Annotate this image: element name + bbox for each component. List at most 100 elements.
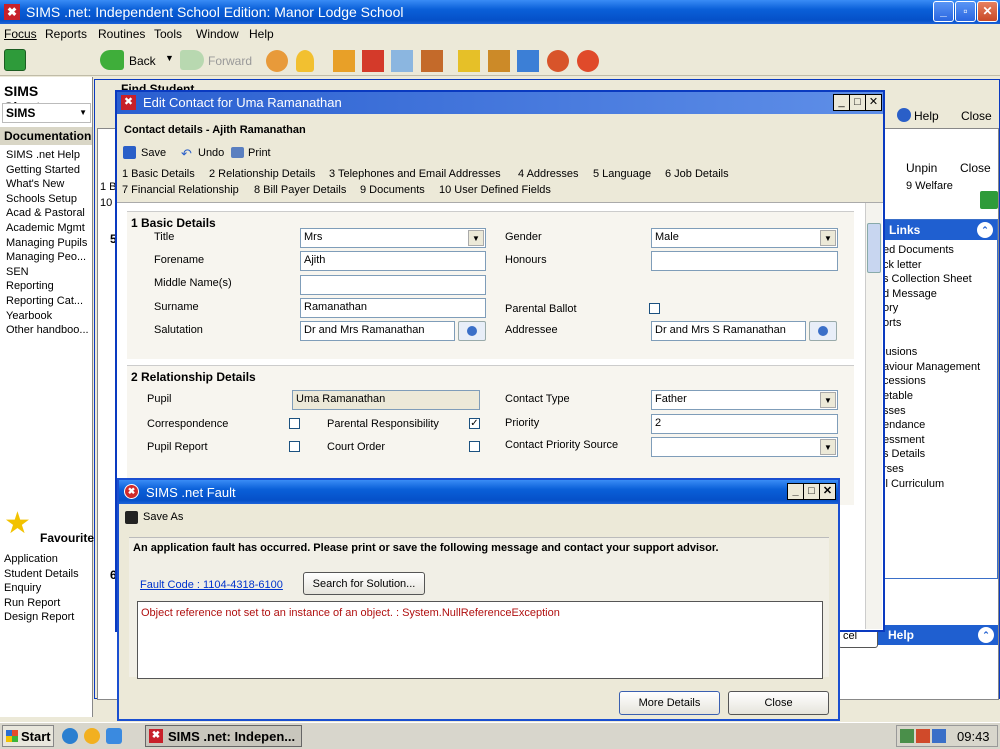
menu-reports[interactable]: Reports (45, 27, 87, 41)
menu-routines[interactable]: Routines (98, 27, 145, 41)
back-dropdown-icon[interactable]: ▼ (165, 53, 174, 63)
contact-type-select[interactable]: Father ▼ (651, 390, 838, 410)
tab-job-details[interactable]: 6 Job Details (665, 168, 729, 180)
fav-enquiry[interactable]: Enquiry (4, 582, 41, 594)
fav-run-report[interactable]: Run Report (4, 597, 60, 609)
print-button[interactable]: Print (248, 147, 271, 159)
link-item[interactable]: ed Documents (883, 244, 954, 256)
printer-icon[interactable] (231, 147, 244, 158)
unpin-button[interactable]: Unpin (906, 161, 937, 175)
sidebar-item-schools-setup[interactable]: Schools Setup (6, 193, 77, 205)
start-button[interactable]: Start (2, 725, 54, 747)
forename-field[interactable]: Ajith (300, 251, 486, 271)
tab-relationship-details[interactable]: 2 Relationship Details (209, 168, 315, 180)
people-icon[interactable] (266, 50, 288, 72)
tab-user-defined[interactable]: 10 User Defined Fields (439, 184, 551, 196)
find-help-button[interactable]: Help (914, 109, 939, 123)
parental-ballot-checkbox[interactable] (649, 303, 660, 314)
sidebar-item-help[interactable]: SIMS .net Help (6, 149, 80, 161)
welfare-tab[interactable]: 9 Welfare (906, 180, 953, 192)
sidebar-dropdown[interactable]: SIMS ▼ (2, 103, 91, 123)
sidebar-item-acad-pastoral[interactable]: Acad & Pastoral (6, 207, 85, 219)
sidebar-section-documentation[interactable]: Documentation (0, 127, 92, 145)
book-icon[interactable] (333, 50, 355, 72)
link-item[interactable]: s Collection Sheet (883, 273, 972, 285)
link-item[interactable]: endance (883, 419, 925, 431)
more-details-button[interactable]: More Details (619, 691, 720, 715)
fault-min-button[interactable]: _ (787, 483, 804, 500)
ie-icon[interactable] (62, 728, 78, 744)
sidebar-item-sen[interactable]: SEN (6, 266, 29, 278)
salutation-field[interactable]: Dr and Mrs Ramanathan (300, 321, 455, 341)
title-select[interactable]: Mrs ▼ (300, 228, 486, 248)
close2-button[interactable]: Close (960, 161, 991, 175)
save-as-disk-icon[interactable] (125, 511, 138, 524)
teacher-icon[interactable] (421, 50, 443, 72)
links-collapse-icon[interactable]: ⌃ (977, 222, 993, 238)
sidebar-item-yearbook[interactable]: Yearbook (6, 310, 52, 322)
forward-arrow-icon[interactable] (180, 50, 204, 70)
fav-design-report[interactable]: Design Report (4, 611, 74, 623)
document-icon[interactable] (517, 50, 539, 72)
tab-telephones[interactable]: 3 Telephones and Email Addresses (329, 168, 501, 180)
undo-icon[interactable]: ↶ (181, 146, 192, 162)
link-item[interactable]: ory (883, 302, 898, 314)
priority-field[interactable]: 2 (651, 414, 838, 434)
tab-documents[interactable]: 9 Documents (360, 184, 425, 196)
tray-icon-1[interactable] (900, 729, 914, 743)
person-icon[interactable] (296, 50, 314, 72)
menu-help[interactable]: Help (249, 27, 274, 41)
contact-max-button[interactable]: □ (849, 94, 866, 111)
gender-select[interactable]: Male ▼ (651, 228, 838, 248)
switch2-icon[interactable] (980, 191, 998, 209)
link-item[interactable]: aviour Management (883, 361, 980, 373)
user-icon[interactable] (547, 50, 569, 72)
sidebar-item-managing-people[interactable]: Managing Peo... (6, 251, 86, 263)
explorer-icon[interactable] (106, 728, 122, 744)
honours-field[interactable] (651, 251, 838, 271)
tab-financial[interactable]: 7 Financial Relationship (122, 184, 239, 196)
sidebar-item-whats-new[interactable]: What's New (6, 178, 64, 190)
chart-icon[interactable] (458, 50, 480, 72)
contact-min-button[interactable]: _ (833, 94, 850, 111)
sidebar-item-managing-pupils[interactable]: Managing Pupils (6, 237, 87, 249)
tab-language[interactable]: 5 Language (593, 168, 651, 180)
save-button[interactable]: Save (141, 147, 166, 159)
addressee-lookup-button[interactable] (809, 321, 837, 341)
find-close-button[interactable]: Close (961, 109, 992, 123)
back-arrow-icon[interactable] (100, 50, 124, 70)
save-disk-icon[interactable] (123, 146, 136, 159)
help-circle-icon[interactable] (897, 108, 911, 122)
scroll-thumb[interactable] (867, 223, 881, 273)
link-item[interactable]: sses (883, 405, 906, 417)
close-button[interactable]: ✕ (977, 1, 998, 22)
fault-detail-box[interactable]: Object reference not set to an instance … (137, 601, 823, 679)
parental-responsibility-checkbox[interactable]: ✓ (469, 418, 480, 429)
tab-basic-details[interactable]: 1 Basic Details (122, 168, 195, 180)
sidebar-item-reporting[interactable]: Reporting (6, 280, 54, 292)
help-collapse-icon[interactable]: ⌃ (978, 627, 994, 643)
desktop-icon[interactable] (84, 728, 100, 744)
fav-student-details[interactable]: Student Details (4, 568, 79, 580)
middle-name-field[interactable] (300, 275, 486, 295)
link-item[interactable]: rses (883, 463, 904, 475)
task-sims[interactable]: ✖ SIMS .net: Indepen... (145, 725, 302, 747)
link-item[interactable]: etable (883, 390, 913, 402)
menu-window[interactable]: Window (196, 27, 239, 41)
fav-application[interactable]: Application (4, 553, 58, 565)
chart2-icon[interactable] (488, 50, 510, 72)
contact-close-button[interactable]: ✕ (865, 94, 882, 111)
link-item[interactable]: lusions (883, 346, 917, 358)
clock-icon[interactable] (577, 50, 599, 72)
priority-source-select[interactable]: ▼ (651, 437, 838, 457)
link-item[interactable]: orts (883, 317, 901, 329)
menu-tools[interactable]: Tools (154, 27, 182, 41)
tab-bill-payer[interactable]: 8 Bill Payer Details (254, 184, 346, 196)
undo-button[interactable]: Undo (198, 147, 224, 159)
tray-icon-2[interactable] (916, 729, 930, 743)
sidebar-item-academic-mgmt[interactable]: Academic Mgmt (6, 222, 85, 234)
tray-icon-3[interactable] (932, 729, 946, 743)
flag-icon[interactable] (362, 50, 384, 72)
court-order-checkbox[interactable] (469, 441, 480, 452)
restore-button[interactable]: ▫ (955, 1, 976, 22)
